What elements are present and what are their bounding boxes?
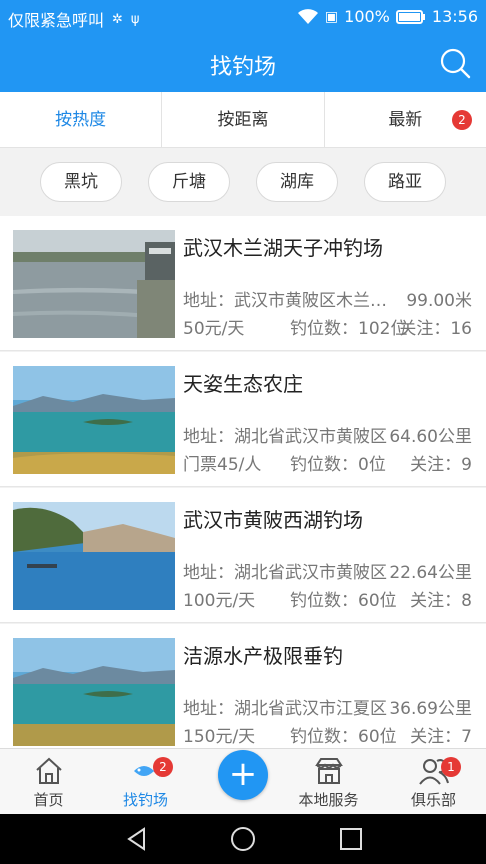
- spot-name: 武汉市黄陂西湖钓场: [183, 508, 363, 532]
- spot-seats: 钓位数：60位: [290, 591, 397, 611]
- carrier-text: 仅限紧急呼叫: [8, 11, 105, 30]
- recents-icon[interactable]: [338, 826, 364, 852]
- spot-photo: [13, 230, 175, 338]
- category-pill-huku[interactable]: 湖库: [256, 162, 338, 202]
- spot-follows: 关注：9: [410, 455, 472, 475]
- spot-distance: 22.64公里: [389, 563, 472, 583]
- tab-by-popularity[interactable]: 按热度: [0, 92, 163, 147]
- club-badge: 1: [441, 757, 461, 777]
- spot-photo: [13, 502, 175, 610]
- clock: 13:56: [431, 7, 478, 26]
- shop-icon: [315, 758, 343, 784]
- category-pill-luya[interactable]: 路亚: [364, 162, 446, 202]
- list-item[interactable]: 武汉木兰湖天子冲钓场 地址：武汉市黄陂区木兰湖天子冲 99.00米 50元/天 …: [0, 216, 486, 351]
- nav-label: 找钓场: [122, 791, 168, 809]
- battery-percent: 100%: [344, 7, 390, 26]
- battery-icon: [395, 9, 425, 24]
- spot-address: 地址：湖北省武汉市江夏区: [183, 699, 387, 719]
- spot-address: 地址：武汉市黄陂区木兰湖天子冲: [183, 291, 398, 311]
- list-item[interactable]: 武汉市黄陂西湖钓场 地址：湖北省武汉市黄陂区 22.64公里 100元/天 钓位…: [0, 488, 486, 623]
- spot-list: 武汉木兰湖天子冲钓场 地址：武汉市黄陂区木兰湖天子冲 99.00米 50元/天 …: [0, 216, 486, 748]
- add-button[interactable]: +: [218, 750, 268, 800]
- search-icon[interactable]: [438, 46, 472, 80]
- nav-local-services[interactable]: 本地服务: [280, 749, 377, 815]
- home-icon: [36, 757, 62, 784]
- spot-distance: 36.69公里: [389, 699, 472, 719]
- spot-photo: [13, 638, 175, 746]
- spot-seats: 钓位数：102位: [290, 319, 408, 339]
- usb-icon: ψ: [130, 11, 140, 27]
- nav-home[interactable]: 首页: [0, 749, 97, 815]
- spot-price: 门票45/人: [183, 455, 262, 475]
- spot-distance: 99.00米: [406, 291, 472, 311]
- spot-follows: 关注：7: [410, 727, 472, 747]
- spot-name: 洁源水产极限垂钓: [183, 644, 343, 668]
- tab-label: 最新: [388, 110, 423, 130]
- spot-photo: [13, 366, 175, 474]
- spot-address: 地址：湖北省武汉市黄陂区: [183, 563, 387, 583]
- bottom-nav: 首页 2 找钓场 + 本地服务 1 俱乐部: [0, 748, 486, 814]
- spot-follows: 关注：16: [399, 319, 472, 339]
- title-bar: 找钓场: [0, 34, 486, 92]
- nav-club[interactable]: 1 俱乐部: [385, 749, 482, 815]
- spot-seats: 钓位数：0位: [290, 455, 386, 475]
- sim-icon: ▣: [324, 8, 339, 25]
- spot-seats: 钓位数：60位: [290, 727, 397, 747]
- status-bar: 仅限紧急呼叫 ✲ ψ ▣ 100% 13:56: [0, 0, 486, 34]
- category-pill-heikeng[interactable]: 黑坑: [40, 162, 122, 202]
- nav-label: 俱乐部: [410, 791, 456, 809]
- spot-name: 武汉木兰湖天子冲钓场: [183, 236, 383, 260]
- spot-price: 50元/天: [183, 319, 245, 339]
- spot-name: 天姿生态农庄: [183, 372, 303, 396]
- spot-price: 100元/天: [183, 591, 256, 611]
- category-filter: 黑坑 斤塘 湖库 路亚: [0, 148, 486, 216]
- home-circle-icon[interactable]: [230, 826, 256, 852]
- spot-address: 地址：湖北省武汉市黄陂区: [183, 427, 387, 447]
- nav-label: 首页: [33, 791, 64, 809]
- notification-icon: ✲: [112, 11, 123, 27]
- tab-by-distance[interactable]: 按距离: [162, 92, 325, 147]
- spot-distance: 64.60公里: [389, 427, 472, 447]
- tab-label: 按距离: [217, 110, 269, 130]
- newest-badge: 2: [451, 110, 472, 130]
- spots-badge: 2: [153, 757, 173, 777]
- spot-follows: 关注：8: [410, 591, 472, 611]
- spot-price: 150元/天: [183, 727, 256, 747]
- category-pill-jintang[interactable]: 斤塘: [148, 162, 230, 202]
- wifi-icon: [297, 8, 318, 24]
- back-icon[interactable]: [124, 826, 150, 852]
- page-title: 找钓场: [209, 55, 276, 80]
- list-item[interactable]: 天姿生态农庄 地址：湖北省武汉市黄陂区 64.60公里 门票45/人 钓位数：0…: [0, 352, 486, 487]
- list-item[interactable]: 洁源水产极限垂钓 地址：湖北省武汉市江夏区 36.69公里 150元/天 钓位数…: [0, 624, 486, 748]
- nav-find-spots[interactable]: 2 找钓场: [97, 749, 194, 815]
- tab-label: 按热度: [55, 110, 107, 130]
- system-nav-bar: [0, 814, 486, 864]
- nav-label: 本地服务: [298, 791, 359, 809]
- sort-tabs: 按热度 按距离 最新 2: [0, 92, 486, 148]
- tab-newest[interactable]: 最新 2: [325, 92, 486, 147]
